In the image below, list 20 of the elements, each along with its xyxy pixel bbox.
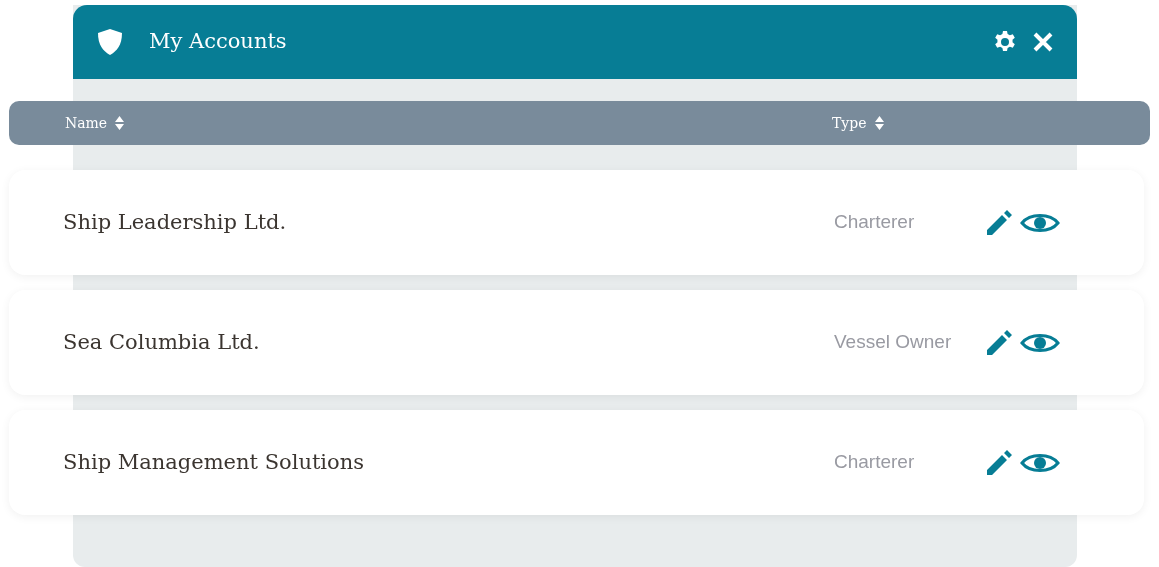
account-type: Charterer xyxy=(834,450,916,475)
shield-icon xyxy=(97,28,123,56)
edit-icon[interactable] xyxy=(986,449,1012,476)
account-name: Sea Columbia Ltd. xyxy=(62,328,261,356)
account-name: Ship Leadership Ltd. xyxy=(62,208,288,236)
account-row[interactable]: Ship Management Solutions Charterer xyxy=(9,410,1144,515)
window-title: My Accounts xyxy=(149,28,287,56)
column-header[interactable]: Type xyxy=(832,112,867,134)
column-header[interactable]: Name xyxy=(65,112,108,134)
sort-icon[interactable] xyxy=(115,115,125,131)
account-type: Charterer xyxy=(834,210,916,235)
account-row[interactable]: Sea Columbia Ltd. Vessel Owner xyxy=(9,290,1144,395)
settings-icon[interactable] xyxy=(993,30,1017,54)
sort-icon[interactable] xyxy=(874,115,884,131)
close-icon[interactable] xyxy=(1033,32,1053,52)
account-row[interactable]: Ship Leadership Ltd. Charterer xyxy=(9,170,1144,275)
account-name: Ship Management Solutions xyxy=(62,448,366,476)
edit-icon[interactable] xyxy=(986,329,1012,356)
edit-icon[interactable] xyxy=(986,209,1012,236)
account-type: Vessel Owner xyxy=(834,330,953,355)
